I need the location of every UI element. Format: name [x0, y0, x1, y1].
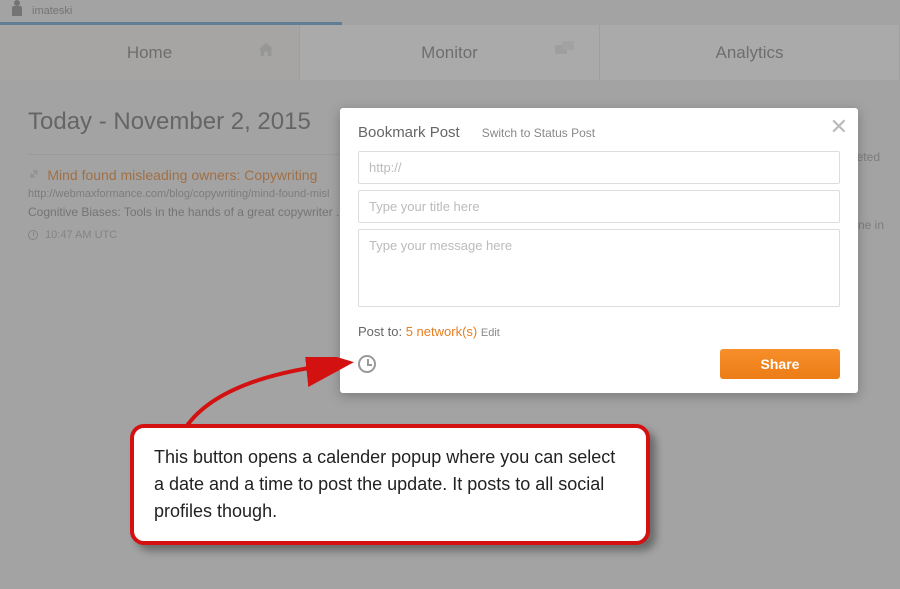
bookmark-post-modal: ✕ Bookmark Post Switch to Status Post Po…	[340, 108, 858, 393]
url-input[interactable]	[358, 151, 840, 184]
message-input[interactable]	[358, 229, 840, 307]
annotation-text: This button opens a calender popup where…	[154, 447, 615, 521]
edit-networks-link[interactable]: Edit	[481, 327, 500, 339]
close-icon[interactable]: ✕	[830, 114, 848, 140]
title-input[interactable]	[358, 190, 840, 223]
annotation-callout: This button opens a calender popup where…	[130, 424, 650, 545]
networks-count[interactable]: 5 network(s)	[406, 324, 478, 339]
schedule-clock-icon[interactable]	[358, 355, 376, 373]
switch-to-status-link[interactable]: Switch to Status Post	[482, 126, 595, 140]
post-to-label: Post to:	[358, 324, 402, 339]
modal-title: Bookmark Post	[358, 124, 460, 141]
share-button[interactable]: Share	[720, 349, 840, 379]
